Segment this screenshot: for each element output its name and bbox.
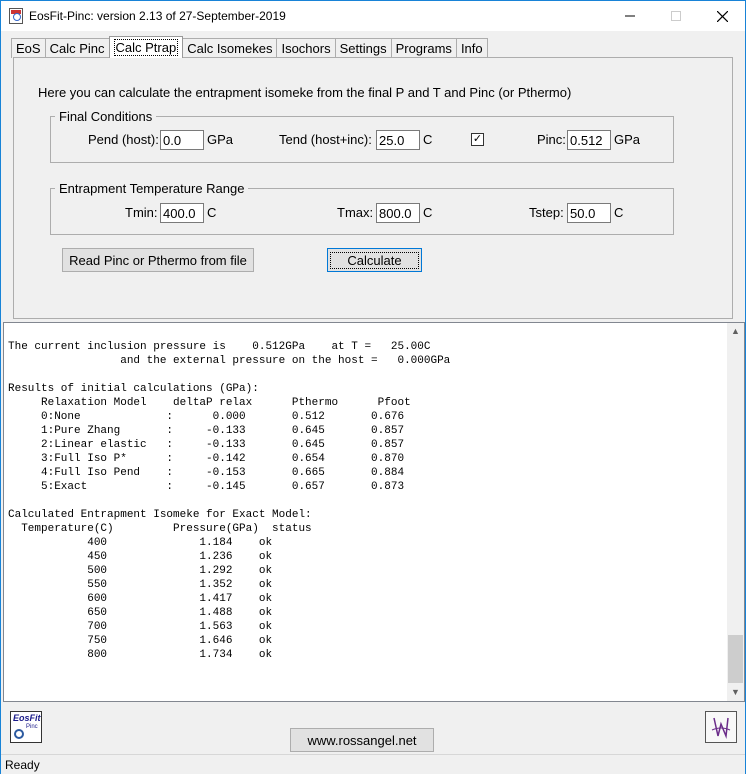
author-logo-icon <box>705 711 737 743</box>
scroll-up-arrow-icon[interactable]: ▲ <box>727 323 744 340</box>
eosfit-pinc-logo: EosFit Pinc <box>10 711 42 743</box>
tab-label: Isochors <box>281 41 331 56</box>
tab-calc-pinc[interactable]: Calc Pinc <box>44 38 110 58</box>
tstep-label: Tstep: <box>529 205 564 220</box>
status-text: Ready <box>5 758 40 772</box>
pinc-field[interactable] <box>567 130 611 150</box>
tend-unit: C <box>423 132 433 147</box>
tmax-field[interactable] <box>376 203 420 223</box>
tab-label: Settings <box>339 41 387 56</box>
output-scrollbar[interactable]: ▲ ▼ <box>727 323 744 701</box>
tmax-unit: C <box>423 205 433 220</box>
window-title: EosFit-Pinc: version 2.13 of 27-Septembe… <box>29 9 286 23</box>
app-icon[interactable] <box>9 8 23 24</box>
close-icon <box>716 10 728 22</box>
tab-calc-isomekes[interactable]: Calc Isomekes <box>182 38 278 58</box>
scroll-thumb[interactable] <box>728 635 743 683</box>
tab-label: Programs <box>395 41 452 56</box>
maximize-button[interactable] <box>653 1 699 31</box>
pinc-label: Pinc: <box>537 132 566 147</box>
signature-icon <box>711 717 731 739</box>
tab-label: Info <box>460 41 483 56</box>
tab-strip: EoS Calc Pinc Calc Ptrap Calc Isomekes I… <box>11 36 488 58</box>
tend-field[interactable] <box>376 130 420 150</box>
output-log[interactable]: The current inclusion pressure is 0.512G… <box>3 322 745 702</box>
tend-label: Tend (host+inc): <box>279 132 372 147</box>
tmin-unit: C <box>207 205 217 220</box>
tstep-field[interactable] <box>567 203 611 223</box>
tab-label: EoS <box>16 41 41 56</box>
tstep-unit: C <box>614 205 624 220</box>
tab-eos[interactable]: EoS <box>11 38 46 58</box>
output-text: The current inclusion pressure is 0.512G… <box>8 341 451 661</box>
calculate-label: Calculate <box>330 251 419 269</box>
minimize-icon <box>625 15 635 17</box>
tab-info[interactable]: Info <box>455 38 488 58</box>
tab-programs[interactable]: Programs <box>390 38 457 58</box>
logo-text: EosFit <box>13 713 41 723</box>
calc-ptrap-panel: Here you can calculate the entrapment is… <box>13 57 733 319</box>
pend-label: Pend (host): <box>88 132 159 147</box>
tmin-field[interactable] <box>160 203 204 223</box>
minimize-button[interactable] <box>607 1 653 31</box>
tmax-label: Tmax: <box>337 205 374 220</box>
status-bar: Ready <box>1 754 745 774</box>
pinc-unit: GPa <box>614 132 641 147</box>
calculate-button[interactable]: Calculate <box>327 248 422 272</box>
close-button[interactable] <box>699 1 745 31</box>
tab-isochors[interactable]: Isochors <box>276 38 336 58</box>
scroll-down-arrow-icon[interactable]: ▼ <box>727 684 744 701</box>
read-pinc-button[interactable]: Read Pinc or Pthermo from file <box>62 248 254 272</box>
tab-label: Calc Ptrap <box>113 39 179 56</box>
pend-unit: GPa <box>207 132 234 147</box>
tab-settings[interactable]: Settings <box>334 38 392 58</box>
disc-icon <box>14 729 24 739</box>
title-bar: EosFit-Pinc: version 2.13 of 27-Septembe… <box>1 1 745 31</box>
tab-calc-ptrap[interactable]: Calc Ptrap <box>108 36 184 58</box>
tab-label: Calc Pinc <box>49 41 105 56</box>
intro-text: Here you can calculate the entrapment is… <box>38 85 572 100</box>
maximize-icon <box>671 11 681 21</box>
tmin-label: Tmin: <box>125 205 158 220</box>
entrapment-range-legend: Entrapment Temperature Range <box>59 181 245 196</box>
pend-field[interactable] <box>160 130 204 150</box>
window-controls <box>607 1 745 31</box>
app-window: EosFit-Pinc: version 2.13 of 27-Septembe… <box>0 0 746 774</box>
tab-label: Calc Isomekes <box>187 41 273 56</box>
logo-subtext: Pinc <box>26 724 38 730</box>
final-conditions-checkbox[interactable]: ✓ <box>471 133 484 146</box>
website-link-button[interactable]: www.rossangel.net <box>290 728 434 752</box>
final-conditions-legend: Final Conditions <box>59 109 153 124</box>
